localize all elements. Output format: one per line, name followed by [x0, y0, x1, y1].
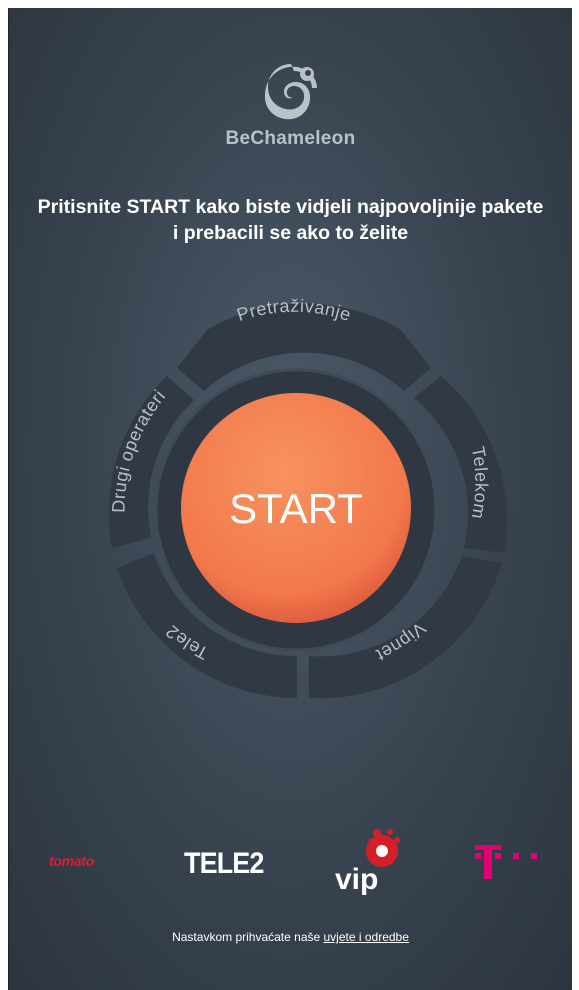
tele2-logo: TELE2 [184, 847, 264, 880]
operator-logos: tomato TELE2 vip [9, 823, 572, 903]
terms-link[interactable]: uvjete i odredbe [324, 930, 409, 944]
app-screen: BeChameleon Pritisnite START kako biste … [8, 8, 572, 990]
vip-logo-text: vip [335, 863, 378, 896]
tomato-logo: tomato [49, 853, 94, 869]
vip-logo: vip [327, 823, 417, 908]
terms-notice: Nastavkom prihvaćate naše uvjete i odred… [9, 930, 572, 944]
telekom-t-logo [471, 841, 551, 886]
terms-prefix: Nastavkom prihvaćate naše [172, 930, 324, 944]
start-button[interactable]: START [181, 393, 411, 623]
start-button-label: START [229, 485, 363, 532]
